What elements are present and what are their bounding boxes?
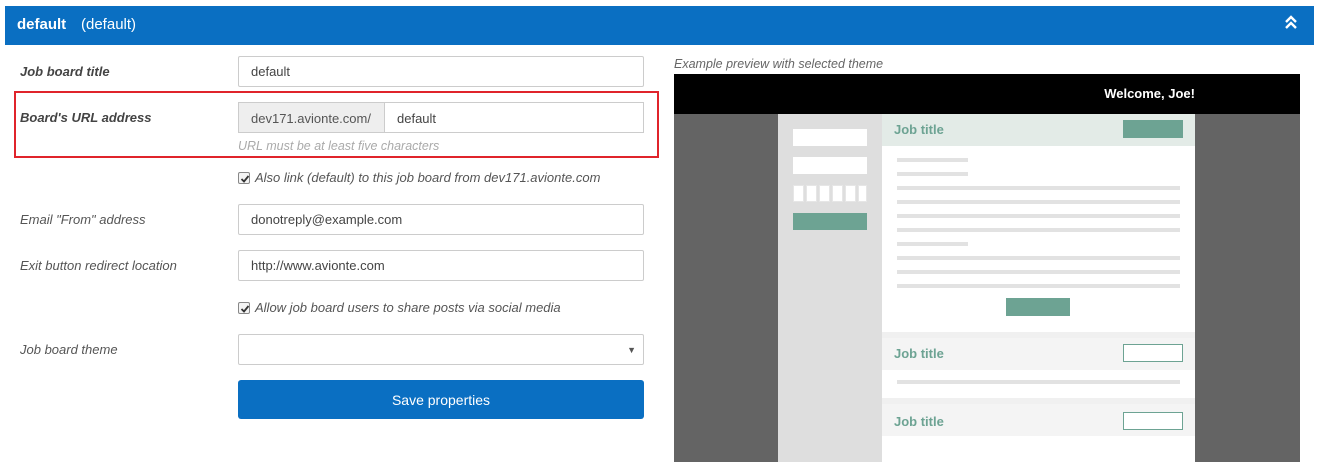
url-prefix: dev171.avionte.com/	[238, 102, 385, 133]
preview-topbar: Welcome, Joe!	[674, 74, 1300, 114]
job-board-title-label: Job board title	[20, 64, 110, 79]
theme-label: Job board theme	[20, 342, 118, 357]
also-link-checkbox[interactable]	[238, 172, 250, 184]
preview-caption: Example preview with selected theme	[674, 57, 884, 71]
chevron-double-up-icon[interactable]	[1284, 14, 1300, 34]
panel-subtitle: (default)	[81, 16, 137, 33]
save-properties-button[interactable]: Save properties	[238, 380, 644, 419]
preview-card-head: Job title	[882, 404, 1195, 436]
url-input-group: dev171.avionte.com/ default	[238, 102, 644, 133]
preview-job-title: Job title	[894, 122, 944, 137]
panel-header[interactable]: default (default)	[5, 6, 1314, 45]
url-hint: URL must be at least five characters	[238, 139, 440, 153]
caret-down-icon: ▼	[627, 345, 636, 355]
preview-sidebar-field	[793, 157, 867, 174]
preview-sidebar-button	[793, 213, 867, 230]
allow-share-label: Allow job board users to share posts via…	[255, 300, 561, 315]
preview-card-head: Job title	[882, 338, 1195, 370]
checkmark-icon	[240, 175, 250, 183]
url-address-label: Board's URL address	[20, 110, 152, 125]
job-board-title-input[interactable]	[238, 56, 644, 87]
preview-card-head: Job title	[882, 114, 1195, 146]
allow-share-checkbox[interactable]	[238, 302, 250, 314]
preview-sidebar-field	[793, 129, 867, 146]
also-link-row: Also link (default) to this job board fr…	[238, 170, 600, 185]
allow-share-row: Allow job board users to share posts via…	[238, 300, 561, 315]
exit-redirect-label: Exit button redirect location	[20, 258, 177, 273]
preview-card-button	[1006, 298, 1070, 316]
preview-welcome: Welcome, Joe!	[1104, 86, 1195, 101]
exit-redirect-input[interactable]	[238, 250, 644, 281]
email-from-input[interactable]	[238, 204, 644, 235]
url-slug-input[interactable]: default	[384, 102, 644, 133]
preview-main: Job title Job title Job title	[882, 114, 1195, 462]
also-link-label: Also link (default) to this job board fr…	[255, 170, 601, 185]
preview-apply-outline	[1123, 344, 1183, 362]
preview-job-title: Job title	[894, 346, 944, 361]
email-from-label: Email "From" address	[20, 212, 146, 227]
preview-apply-outline	[1123, 412, 1183, 430]
preview-apply-button	[1123, 120, 1183, 138]
preview-job-title: Job title	[894, 414, 944, 429]
checkmark-icon	[240, 305, 250, 313]
preview-sidebar-boxes	[793, 185, 867, 202]
panel-title: default	[17, 16, 67, 33]
preview-sidebar	[778, 114, 882, 462]
theme-select[interactable]: ▼	[238, 334, 644, 365]
theme-preview: Welcome, Joe! Job title Job title Job ti…	[674, 74, 1300, 462]
